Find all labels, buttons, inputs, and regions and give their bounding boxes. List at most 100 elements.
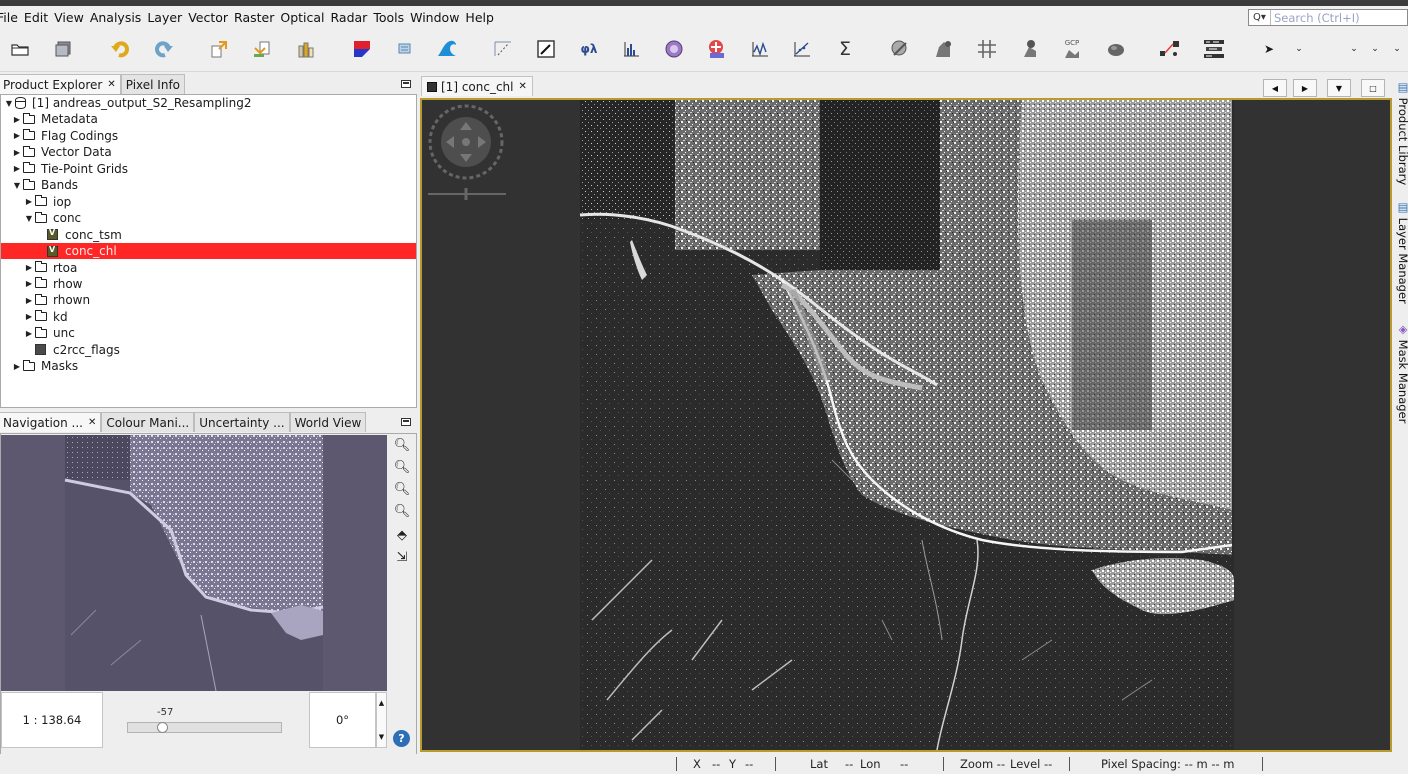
tree-node[interactable]: ▶ Metadata bbox=[1, 111, 416, 127]
rotation-angle-field[interactable]: 0° bbox=[309, 692, 376, 748]
tab-colour-manipulation[interactable]: Colour Mani... bbox=[101, 412, 195, 432]
collapse-toggle-icon[interactable]: ▼ bbox=[23, 214, 35, 223]
pin-manager-icon[interactable] bbox=[1018, 37, 1042, 61]
scroll-right-button[interactable]: ▶ bbox=[1293, 79, 1317, 97]
zoom-actual-icon[interactable]: 🔍︎ bbox=[393, 480, 411, 498]
zoom-slider-thumb[interactable] bbox=[157, 722, 168, 733]
wave-icon[interactable] bbox=[435, 37, 459, 61]
tab-product-explorer[interactable]: Product Explorer ✕ bbox=[0, 74, 121, 94]
tree-node[interactable]: ▶ rtoa bbox=[1, 260, 416, 276]
expand-toggle-icon[interactable]: ▶ bbox=[23, 329, 35, 338]
more-icon[interactable]: ⌄ bbox=[1287, 37, 1311, 61]
menu-window[interactable]: Window bbox=[407, 10, 462, 25]
tab-pixel-info[interactable]: Pixel Info bbox=[120, 74, 186, 94]
tab-mask-manager[interactable]: ◈ Mask Manager bbox=[1396, 322, 1408, 423]
batch-icon[interactable] bbox=[1202, 37, 1226, 61]
edit-icon[interactable] bbox=[534, 37, 558, 61]
tree-node[interactable]: ▶ iop bbox=[1, 194, 416, 210]
menu-optical[interactable]: Optical bbox=[277, 10, 327, 25]
open-product-icon[interactable] bbox=[8, 37, 32, 61]
redo-icon[interactable] bbox=[152, 37, 176, 61]
collapse-toggle-icon[interactable]: ▼ bbox=[11, 181, 23, 190]
tab-world-view[interactable]: World View bbox=[289, 412, 367, 432]
expand-toggle-icon[interactable]: ▶ bbox=[23, 263, 35, 272]
expand-toggle-icon[interactable]: ▶ bbox=[23, 279, 35, 288]
expand-toggle-icon[interactable]: ▶ bbox=[11, 131, 23, 140]
menu-raster[interactable]: Raster bbox=[231, 10, 277, 25]
grid-icon[interactable] bbox=[975, 37, 999, 61]
zoom-all-icon[interactable]: 🔍︎ bbox=[393, 502, 411, 520]
expand-toggle-icon[interactable]: ▶ bbox=[23, 197, 35, 206]
spectrum-icon[interactable] bbox=[619, 37, 643, 61]
menu-analysis[interactable]: Analysis bbox=[87, 10, 145, 25]
search-input[interactable] bbox=[1274, 10, 1404, 25]
menu-edit[interactable]: Edit bbox=[21, 10, 51, 25]
document-list-button[interactable]: ▼ bbox=[1327, 79, 1351, 97]
menu-view[interactable]: View bbox=[51, 10, 87, 25]
menu-file[interactable]: File bbox=[0, 10, 21, 25]
tree-node[interactable]: ▶ Tie-Point Grids bbox=[1, 161, 416, 177]
expand-toggle-icon[interactable]: ▶ bbox=[23, 312, 35, 321]
close-icon[interactable]: ✕ bbox=[88, 417, 96, 428]
menu-vector[interactable]: Vector bbox=[185, 10, 231, 25]
tree-node[interactable]: ▼ Bands bbox=[1, 177, 416, 193]
help-icon[interactable]: ? bbox=[393, 730, 410, 747]
menu-tools[interactable]: Tools bbox=[370, 10, 407, 25]
rgb-icon[interactable] bbox=[350, 37, 374, 61]
tree-node[interactable]: conc_tsm bbox=[1, 227, 416, 243]
tree-node[interactable]: ▶ rhow bbox=[1, 276, 416, 292]
tab-navigation[interactable]: Navigation ... ✕ bbox=[0, 412, 102, 432]
image-view[interactable] bbox=[420, 98, 1392, 752]
menu-help[interactable]: Help bbox=[462, 10, 497, 25]
expand-toggle-icon[interactable]: ▶ bbox=[11, 362, 23, 371]
menu-radar[interactable]: Radar bbox=[328, 10, 371, 25]
tree-node[interactable]: ▶ rhown bbox=[1, 292, 416, 308]
vector-icon[interactable] bbox=[931, 37, 955, 61]
scatter-icon[interactable] bbox=[790, 37, 814, 61]
bands-icon[interactable] bbox=[294, 37, 318, 61]
expand-toggle-icon[interactable]: ▶ bbox=[11, 148, 23, 157]
info-icon[interactable] bbox=[662, 37, 686, 61]
minimize-icon[interactable] bbox=[401, 418, 411, 426]
navigation-overview[interactable] bbox=[1, 435, 387, 691]
profile-icon[interactable] bbox=[748, 37, 772, 61]
collapse-toggle-icon[interactable]: ▼ bbox=[3, 99, 15, 108]
spin-up-icon[interactable]: ▲ bbox=[379, 699, 384, 707]
zoom-slider[interactable] bbox=[127, 722, 282, 733]
close-icon[interactable]: ✕ bbox=[107, 79, 115, 90]
export-icon[interactable] bbox=[207, 37, 231, 61]
overflow-icon-3[interactable]: ⌄ bbox=[1385, 37, 1408, 61]
tree-node[interactable]: conc_chl bbox=[1, 243, 416, 260]
graph-builder-icon[interactable] bbox=[1158, 37, 1182, 61]
undo-icon[interactable] bbox=[108, 37, 132, 61]
spin-down-icon[interactable]: ▼ bbox=[379, 733, 384, 741]
zoom-out-icon[interactable]: 🔍︎ bbox=[393, 458, 411, 476]
tree-node[interactable]: ▶ unc bbox=[1, 325, 416, 341]
menu-layer[interactable]: Layer bbox=[144, 10, 185, 25]
tree-node[interactable]: ▶ Masks bbox=[1, 358, 416, 374]
sync-views-icon[interactable]: ⬘ bbox=[393, 526, 411, 544]
close-icon[interactable]: ✕ bbox=[519, 81, 527, 92]
tree-node[interactable]: ▼ [1] andreas_output_S2_Resampling2 bbox=[1, 95, 416, 111]
blob-icon[interactable] bbox=[1104, 37, 1128, 61]
scale-field[interactable]: 1 : 138.64 bbox=[1, 692, 103, 748]
tree-node[interactable]: c2rcc_flags bbox=[1, 342, 416, 358]
select-tool-icon[interactable]: ➤ bbox=[1257, 37, 1281, 61]
import-icon[interactable] bbox=[250, 37, 274, 61]
minimize-icon[interactable] bbox=[401, 80, 411, 88]
mask-icon[interactable] bbox=[888, 37, 912, 61]
zoom-in-icon[interactable]: 🔍︎ bbox=[393, 436, 411, 454]
maximize-button[interactable]: □ bbox=[1361, 79, 1385, 97]
tree-node[interactable]: ▶ Vector Data bbox=[1, 144, 416, 160]
analysis-icon[interactable] bbox=[705, 37, 729, 61]
save-product-icon[interactable] bbox=[52, 37, 76, 61]
gcp-icon[interactable]: GCP bbox=[1060, 37, 1084, 61]
pan-control[interactable] bbox=[426, 104, 512, 204]
expand-toggle-icon[interactable]: ▶ bbox=[11, 115, 23, 124]
graph-icon[interactable] bbox=[393, 37, 417, 61]
sum-icon[interactable]: Σ bbox=[833, 37, 857, 61]
tab-uncertainty[interactable]: Uncertainty ... bbox=[194, 412, 290, 432]
phi-lambda-icon[interactable]: φλ bbox=[577, 37, 601, 61]
tab-conc-chl-view[interactable]: [1] conc_chl ✕ bbox=[421, 76, 533, 96]
tab-layer-manager[interactable]: ▤ Layer Manager bbox=[1396, 200, 1408, 304]
